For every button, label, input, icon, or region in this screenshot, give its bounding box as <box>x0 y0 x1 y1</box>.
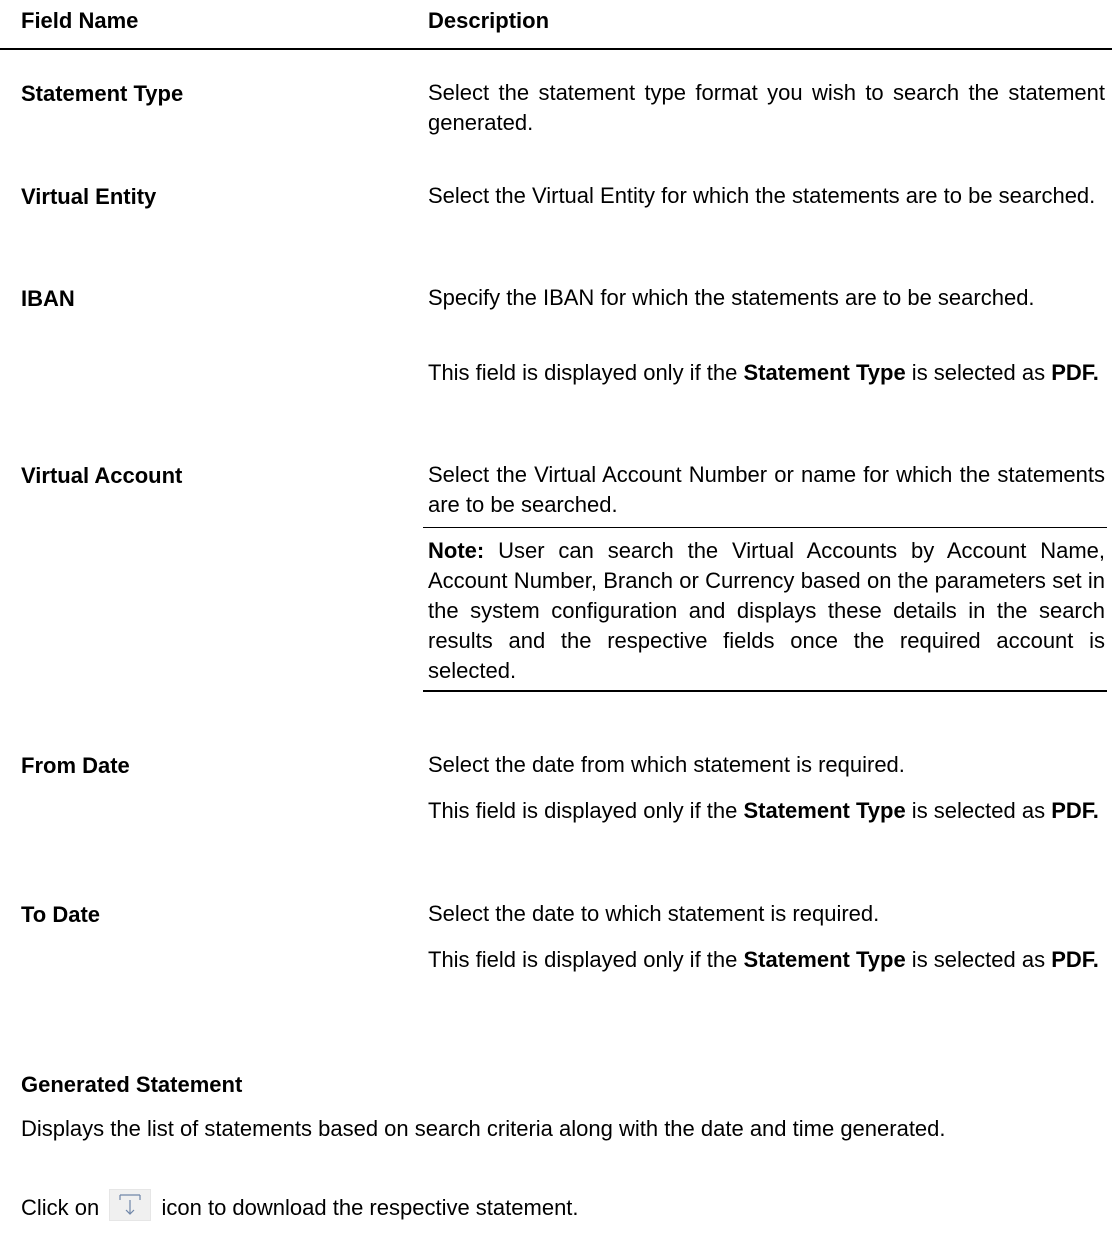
desc-virtual-entity: Select the Virtual Entity for which the … <box>428 183 1096 208</box>
instruction-text: icon to download the respective statemen… <box>161 1195 579 1220</box>
header-divider <box>0 48 1112 50</box>
note-text: User can search the Virtual Accounts by … <box>428 538 1105 683</box>
note-bottom-divider <box>423 690 1107 692</box>
note-text: is selected as <box>905 360 1052 385</box>
note-bold-term: Statement Type <box>743 798 906 823</box>
note-text: This field is displayed only if the <box>428 947 744 972</box>
note-label: Note: <box>428 538 485 563</box>
note-virtual-account: Note: User can search the Virtual Accoun… <box>428 536 1105 686</box>
note-iban: This field is displayed only if the Stat… <box>428 358 1105 388</box>
note-bold-term: PDF. <box>1051 798 1099 823</box>
desc-from-date: Select the date from which statement is … <box>428 752 905 777</box>
instruction-text: Click on <box>21 1195 100 1220</box>
field-virtual-account: Virtual Account <box>21 463 183 488</box>
field-to-date: To Date <box>21 902 101 927</box>
field-virtual-entity: Virtual Entity <box>21 184 157 209</box>
field-from-date: From Date <box>21 753 130 778</box>
note-top-divider <box>423 527 1107 528</box>
note-bold-term: PDF. <box>1051 947 1099 972</box>
field-iban: IBAN <box>21 286 75 311</box>
header-description: Description <box>428 8 550 33</box>
document-page: Field Name Description Statement Type Se… <box>0 0 1112 1236</box>
section-heading: Generated Statement <box>21 1072 243 1097</box>
note-text: This field is displayed only if the <box>428 798 744 823</box>
note-from-date: This field is displayed only if the Stat… <box>428 796 1105 826</box>
desc-iban: Specify the IBAN for which the statement… <box>428 285 1035 310</box>
desc-statement-type: Select the statement type format you wis… <box>428 80 1105 135</box>
section-description: Displays the list of statements based on… <box>21 1116 946 1141</box>
note-to-date: This field is displayed only if the Stat… <box>428 945 1105 975</box>
desc-virtual-account: Select the Virtual Account Number or nam… <box>428 462 1105 517</box>
note-bold-term: Statement Type <box>743 947 906 972</box>
field-statement-type: Statement Type <box>21 81 184 106</box>
note-bold-term: Statement Type <box>743 360 906 385</box>
note-bold-term: PDF. <box>1051 360 1099 385</box>
note-text: is selected as <box>905 798 1052 823</box>
download-icon[interactable] <box>109 1189 152 1222</box>
note-text: This field is displayed only if the <box>428 360 744 385</box>
download-instruction: Click on icon to download the respective… <box>21 1189 1105 1225</box>
note-text: is selected as <box>905 947 1052 972</box>
header-field-name: Field Name <box>21 8 139 33</box>
desc-to-date: Select the date to which statement is re… <box>428 901 880 926</box>
